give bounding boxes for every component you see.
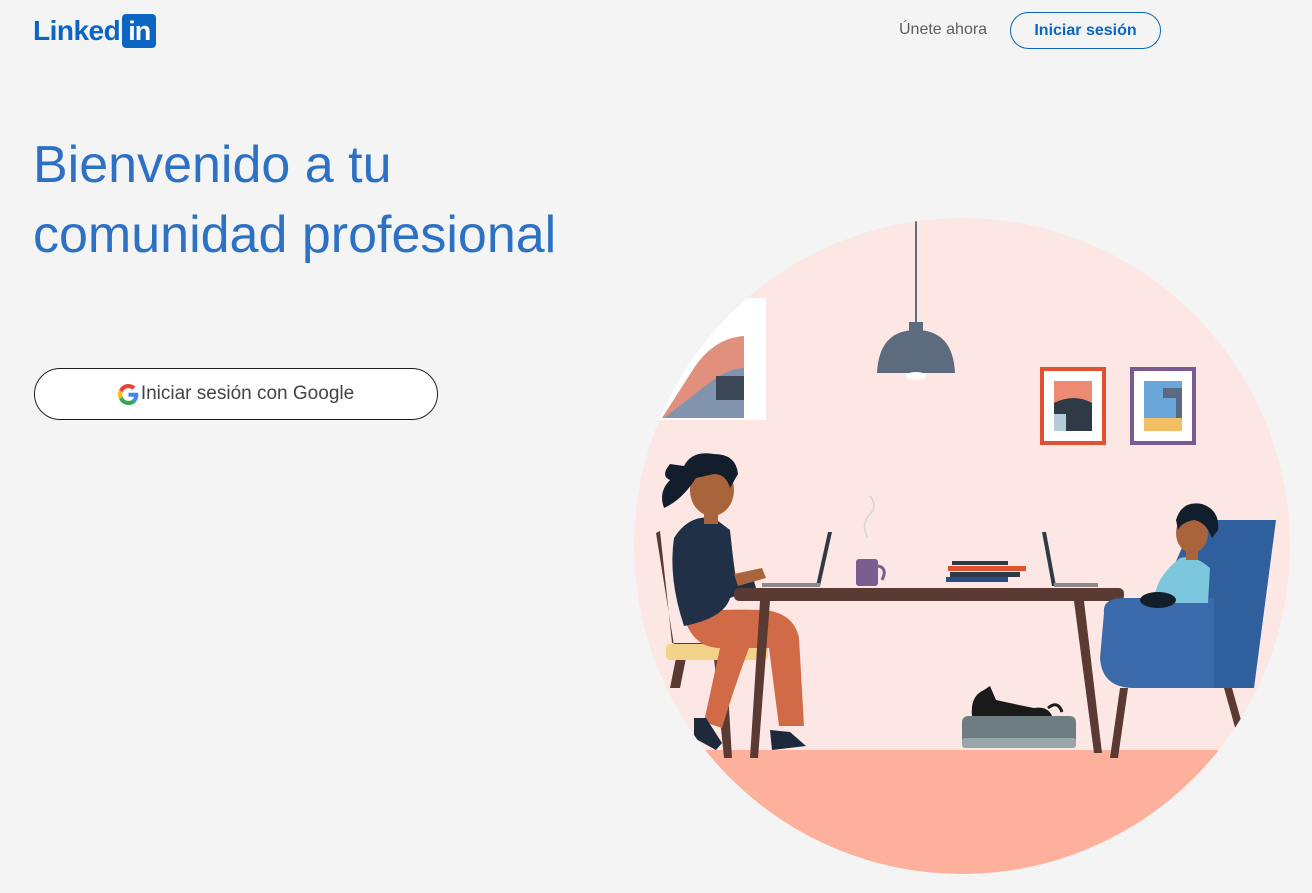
google-signin-label: Iniciar sesión con Google xyxy=(140,383,355,404)
window-picture xyxy=(634,298,766,420)
page-title: Bienvenido a tu comunidad profesional xyxy=(33,130,633,270)
google-signin-button[interactable]: Iniciar sesión con Google xyxy=(34,368,438,420)
join-now-link[interactable]: Únete ahora xyxy=(899,21,987,39)
linkedin-logo[interactable]: Linked in xyxy=(33,14,157,48)
logo-word: Linked xyxy=(33,15,121,46)
hero-illustration xyxy=(634,218,1290,874)
sign-in-button[interactable]: Iniciar sesión xyxy=(1010,12,1161,49)
title-line-1: Bienvenido a tu xyxy=(33,136,392,194)
google-g-icon xyxy=(117,383,139,405)
page: Linked in Únete ahora Iniciar sesión Bie… xyxy=(0,0,1312,893)
title-line-2: comunidad profesional xyxy=(33,206,557,264)
wall-frame-orange xyxy=(1040,367,1106,445)
logo-in-box: in xyxy=(122,14,157,48)
wall-frame-purple xyxy=(1130,367,1196,445)
